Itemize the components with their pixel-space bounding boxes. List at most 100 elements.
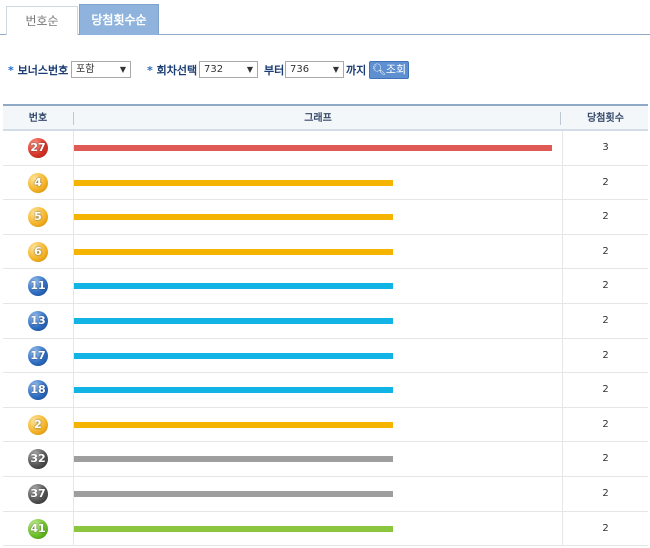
bonus-number-select[interactable]: 포함 ▼	[71, 61, 131, 78]
lotto-ball: 41	[28, 518, 48, 539]
win-count-value: 2	[602, 245, 609, 257]
number-cell: 11	[3, 269, 73, 303]
win-count-value: 3	[602, 142, 609, 153]
number-cell: 17	[3, 339, 73, 373]
frequency-bar	[74, 387, 393, 394]
number-cell: 37	[3, 477, 73, 511]
chevron-down-icon: ▼	[332, 65, 339, 74]
header-divider	[560, 112, 561, 125]
filter-bar: * 보너스번호 포함 ▼ * 회차선택 732 ▼ 부터 736 ▼ 까지 🔍︎조회	[8, 61, 648, 79]
number-cell: 27	[3, 131, 73, 165]
table-row: 37 2	[3, 476, 648, 512]
tab-by-number[interactable]: 번호순	[6, 6, 78, 35]
table-row: 13 2	[3, 303, 648, 339]
bonus-number-label: * 보너스번호	[8, 64, 69, 77]
graph-cell	[73, 407, 563, 442]
win-count-value: 2	[602, 453, 609, 465]
table-header: 번호 그래프 당첨횟수	[3, 104, 648, 131]
number-cell: 6	[3, 235, 73, 269]
table-body: 27 3 4 2 5 2 6 2 11 2 13 2 17 2 18 2 2 2 32 2 37 2 41 2	[3, 131, 648, 547]
frequency-bar	[74, 179, 393, 186]
round-from-select[interactable]: 732 ▼	[199, 61, 258, 78]
graph-cell	[73, 476, 563, 511]
graph-cell	[73, 442, 563, 476]
win-count-value: 2	[602, 418, 609, 430]
header-number: 번호	[28, 113, 48, 124]
win-count-value: 2	[602, 522, 609, 534]
win-count-cell: 2	[563, 269, 648, 303]
frequency-bar	[74, 352, 393, 359]
lotto-ball: 5	[28, 207, 48, 228]
graph-cell	[73, 373, 563, 407]
win-count-value: 2	[602, 349, 609, 361]
frequency-bar	[74, 490, 393, 497]
chevron-down-icon: ▼	[119, 65, 126, 74]
stats-table: 번호 그래프 당첨횟수 27 3 4 2 5 2 6 2 11 2 13 2 17 2 18 2 2 2 32 2 37…	[3, 104, 648, 547]
win-count-value: 2	[602, 211, 609, 223]
win-count-cell: 2	[563, 512, 648, 546]
frequency-bar	[74, 317, 393, 324]
to-suffix: 까지	[346, 64, 367, 77]
win-count-cell: 2	[563, 442, 648, 476]
search-icon: 🔍︎	[371, 63, 386, 76]
frequency-bar	[74, 456, 393, 463]
frequency-bar	[74, 283, 393, 290]
number-cell: 41	[3, 512, 73, 546]
win-count-cell: 2	[563, 200, 648, 234]
number-cell: 18	[3, 373, 73, 407]
frequency-bar	[74, 248, 393, 255]
table-row: 52	[3, 200, 648, 235]
win-count-cell: 2	[563, 373, 648, 407]
header-graph: 그래프	[304, 113, 332, 124]
table-row: 27 3	[3, 131, 648, 166]
number-cell: 4	[3, 166, 73, 200]
number-cell: 2	[3, 408, 73, 442]
win-count-cell: 2	[563, 166, 648, 200]
frequency-bar	[74, 525, 393, 532]
lotto-ball: 18	[28, 380, 48, 401]
lotto-ball: 4	[28, 172, 48, 193]
graph-cell	[73, 131, 563, 165]
graph-cell	[73, 234, 563, 269]
header-win-count: 당첨횟수	[587, 113, 624, 124]
lotto-ball: 6	[28, 241, 48, 262]
lotto-ball: 32	[28, 449, 48, 470]
table-row: 41 2	[3, 511, 648, 547]
table-row: 18 2	[3, 373, 648, 408]
lotto-ball: 13	[28, 310, 48, 331]
graph-cell	[73, 338, 563, 373]
lotto-ball: 2	[28, 414, 48, 435]
round-select-label: * 회차선택	[147, 64, 198, 77]
round-to-select[interactable]: 736 ▼	[285, 61, 344, 78]
table-row: 22	[3, 407, 648, 443]
win-count-cell: 2	[563, 304, 648, 338]
win-count-value: 2	[602, 280, 609, 292]
table-row: 11 2	[3, 269, 648, 304]
win-count-cell: 3	[563, 131, 648, 165]
frequency-bar	[74, 421, 393, 428]
frequency-bar	[74, 145, 552, 151]
win-count-value: 2	[602, 176, 609, 188]
table-row: 42	[3, 165, 648, 201]
win-count-value: 2	[602, 487, 609, 499]
tab-bar: 번호순 당첨횟수순	[0, 0, 650, 35]
win-count-cell: 2	[563, 477, 648, 511]
table-row: 32 2	[3, 442, 648, 477]
lotto-ball: 27	[28, 138, 48, 158]
frequency-bar	[74, 214, 393, 221]
number-cell: 32	[3, 442, 73, 476]
from-suffix: 부터	[264, 64, 285, 77]
search-button[interactable]: 🔍︎조회	[369, 61, 409, 79]
graph-cell	[73, 269, 563, 303]
tab-by-win-count[interactable]: 당첨횟수순	[79, 4, 159, 35]
win-count-value: 2	[602, 314, 609, 326]
win-count-cell: 2	[563, 235, 648, 269]
graph-cell	[73, 165, 563, 200]
win-count-cell: 2	[563, 339, 648, 373]
lotto-ball: 11	[28, 276, 48, 297]
graph-cell	[73, 200, 563, 234]
lotto-ball: 37	[28, 483, 48, 504]
table-row: 62	[3, 234, 648, 270]
chevron-down-icon: ▼	[246, 65, 253, 74]
number-cell: 5	[3, 200, 73, 234]
